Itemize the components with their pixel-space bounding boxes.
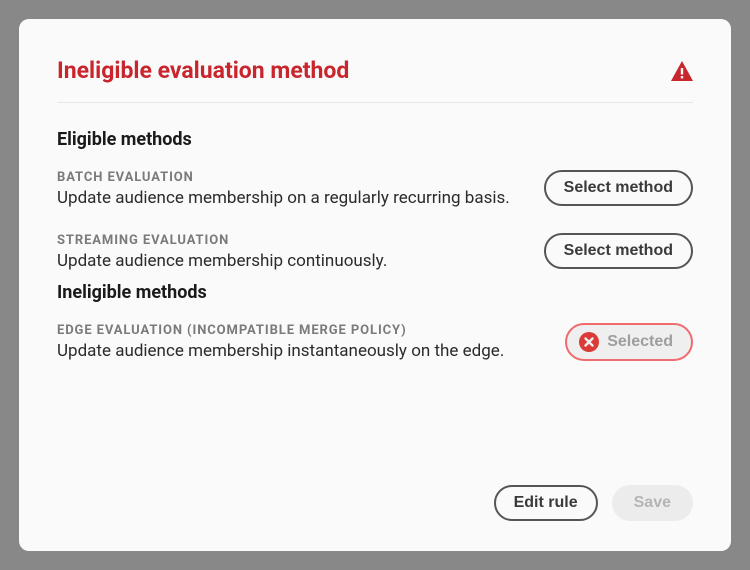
- method-row-streaming: STREAMING EVALUATION Update audience mem…: [57, 233, 693, 272]
- method-desc-streaming: Update audience membership continuously.: [57, 250, 524, 272]
- method-row-edge: EDGE EVALUATION (INCOMPATIBLE MERGE POLI…: [57, 323, 693, 362]
- method-row-batch: BATCH EVALUATION Update audience members…: [57, 170, 693, 209]
- save-button: Save: [612, 485, 693, 521]
- select-method-button-batch[interactable]: Select method: [544, 170, 693, 206]
- method-text: STREAMING EVALUATION Update audience mem…: [57, 233, 524, 272]
- warning-icon: [671, 61, 693, 81]
- method-text: BATCH EVALUATION Update audience members…: [57, 170, 524, 209]
- method-label-edge: EDGE EVALUATION (INCOMPATIBLE MERGE POLI…: [57, 323, 545, 338]
- eligible-heading: Eligible methods: [57, 129, 693, 150]
- selected-button-label: Selected: [607, 333, 673, 351]
- method-text: EDGE EVALUATION (INCOMPATIBLE MERGE POLI…: [57, 323, 545, 362]
- method-desc-batch: Update audience membership on a regularl…: [57, 187, 524, 209]
- ineligible-heading: Ineligible methods: [57, 282, 693, 303]
- dialog-title: Ineligible evaluation method: [57, 57, 349, 84]
- dialog-footer: Edit rule Save: [57, 465, 693, 521]
- ineligible-section: Ineligible methods EDGE EVALUATION (INCO…: [57, 282, 693, 362]
- method-label-streaming: STREAMING EVALUATION: [57, 233, 524, 248]
- method-label-batch: BATCH EVALUATION: [57, 170, 524, 185]
- method-desc-edge: Update audience membership instantaneous…: [57, 340, 545, 362]
- eligible-section: Eligible methods BATCH EVALUATION Update…: [57, 129, 693, 272]
- dialog-header: Ineligible evaluation method: [57, 57, 693, 103]
- edit-rule-button[interactable]: Edit rule: [494, 485, 598, 521]
- select-method-button-streaming[interactable]: Select method: [544, 233, 693, 269]
- selected-button-edge: Selected: [565, 323, 693, 361]
- dialog: Ineligible evaluation method Eligible me…: [19, 19, 731, 551]
- error-circle-icon: [579, 332, 599, 352]
